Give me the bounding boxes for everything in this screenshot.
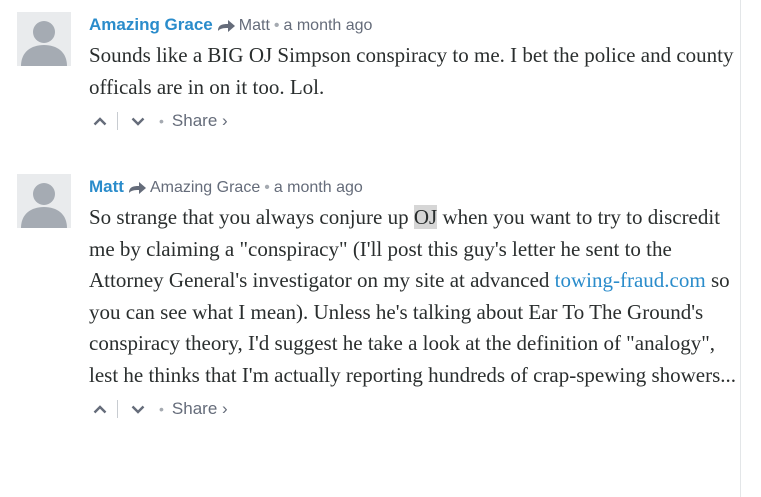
separator-dot: • — [264, 179, 270, 196]
reply-to-name[interactable]: Amazing Grace — [150, 179, 260, 196]
avatar[interactable] — [17, 12, 71, 66]
reply-arrow-icon — [216, 16, 236, 42]
highlighted-term: OJ — [413, 205, 438, 229]
user-silhouette-icon — [21, 183, 67, 228]
separator-dot: • — [159, 113, 164, 129]
timestamp[interactable]: a month ago — [274, 179, 363, 196]
separator-dot: • — [159, 401, 164, 417]
comment-text-part: So strange that you always conjure up — [89, 205, 414, 229]
timestamp[interactable]: a month ago — [284, 17, 373, 34]
chevron-down-icon — [131, 117, 145, 126]
chevron-up-icon — [93, 117, 107, 126]
vote-divider — [117, 400, 118, 418]
separator-dot: • — [273, 17, 280, 34]
share-button[interactable]: Share › — [172, 109, 228, 133]
vote-divider — [117, 112, 118, 130]
author-name[interactable]: Amazing Grace — [89, 15, 213, 34]
comment-link[interactable]: towing-fraud.com — [555, 268, 706, 292]
scroll-divider — [740, 0, 741, 497]
upvote-button[interactable] — [89, 109, 111, 133]
user-silhouette-icon — [21, 21, 67, 66]
downvote-button[interactable] — [127, 397, 149, 421]
reply-to-name[interactable]: Matt — [239, 17, 270, 34]
comment-footer: • Share › — [89, 109, 739, 133]
upvote-button[interactable] — [89, 397, 111, 421]
chevron-up-icon — [93, 405, 107, 414]
reply-arrow-icon — [127, 178, 147, 204]
comment-text: Sounds like a BIG OJ Simpson conspiracy … — [89, 43, 734, 99]
share-button[interactable]: Share › — [172, 397, 228, 421]
author-name[interactable]: Matt — [89, 177, 124, 196]
downvote-button[interactable] — [127, 109, 149, 133]
comment-header: Amazing Grace Matt • a month ago — [89, 12, 739, 38]
comment-text: So strange that you always conjure up OJ… — [89, 202, 739, 391]
avatar[interactable] — [17, 174, 71, 228]
chevron-down-icon — [131, 405, 145, 414]
comment-header: Matt Amazing Grace • a month ago — [89, 174, 739, 200]
comment-footer: • Share › — [89, 397, 739, 421]
